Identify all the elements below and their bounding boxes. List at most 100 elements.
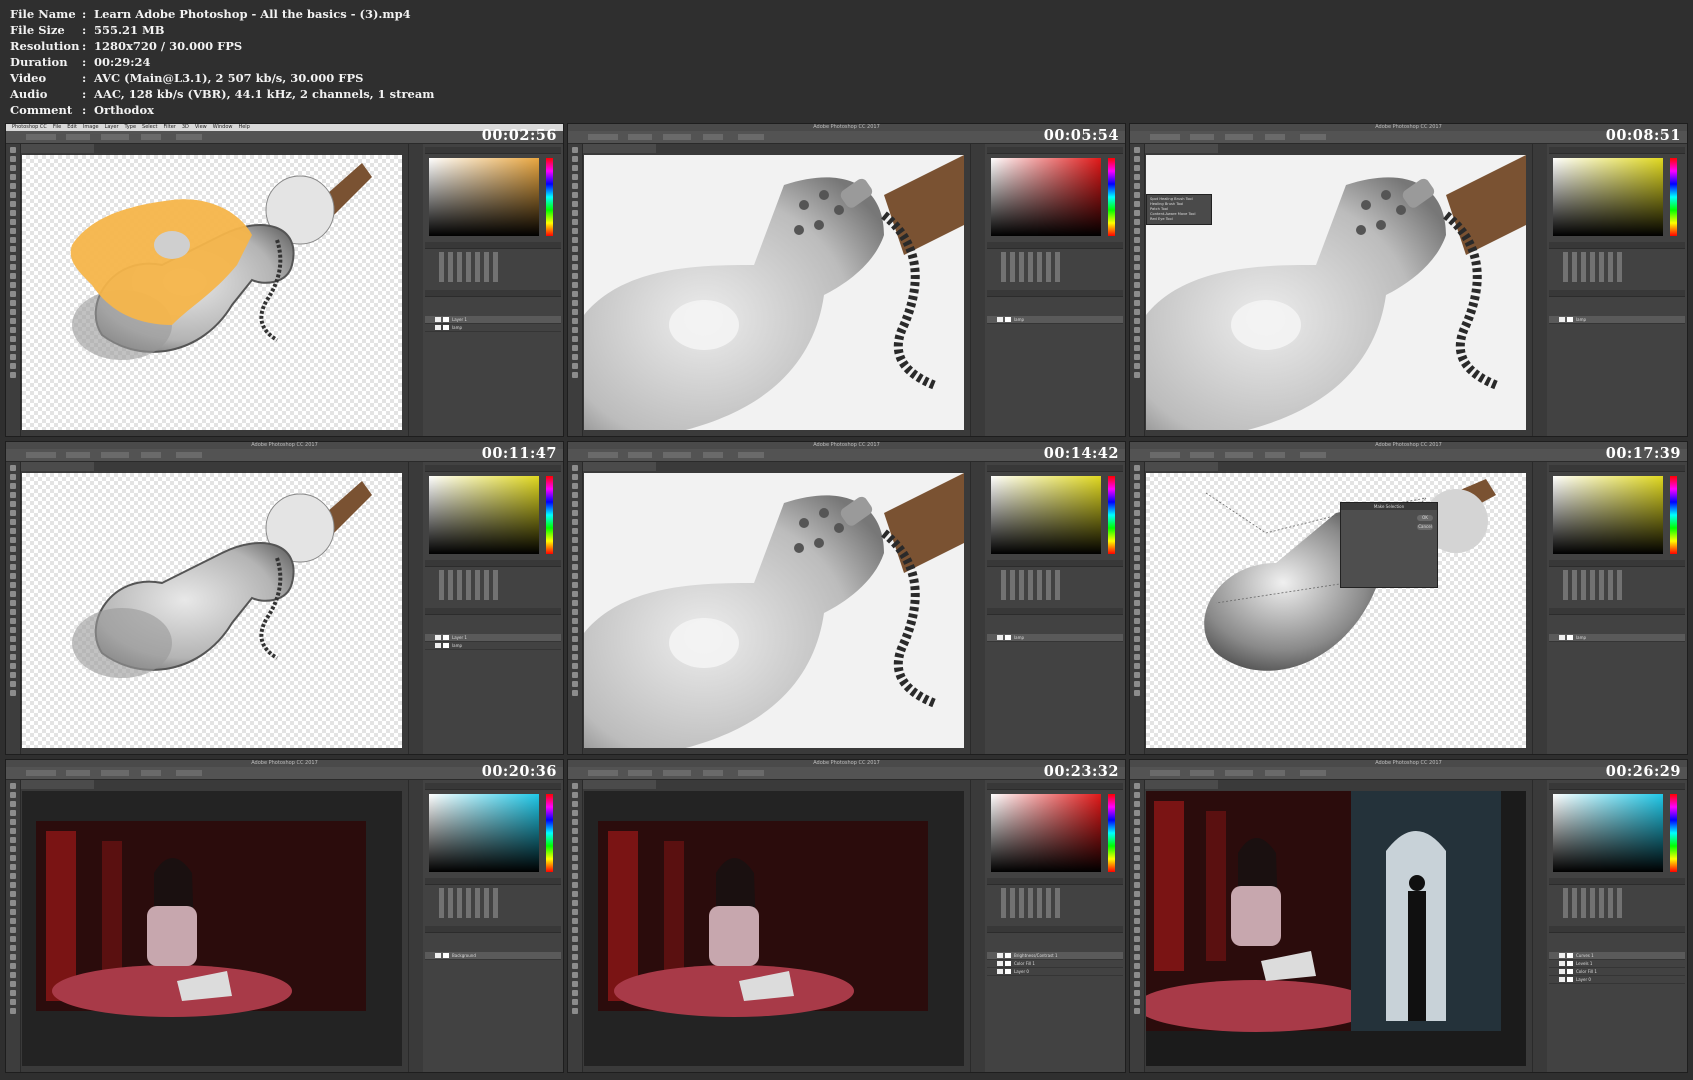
document-canvas[interactable] — [584, 473, 964, 748]
document-tab[interactable] — [21, 144, 94, 153]
adjustments-panel-header[interactable] — [425, 560, 561, 567]
adjustment-icons[interactable] — [1001, 252, 1061, 282]
menu-item[interactable]: Select — [142, 124, 157, 131]
panel-icon-strip[interactable] — [1533, 780, 1547, 1072]
layers-panel-header[interactable] — [425, 608, 561, 615]
document-tab[interactable] — [21, 462, 94, 471]
menu-item[interactable]: Type — [125, 124, 136, 131]
document-canvas[interactable] — [22, 473, 402, 748]
hue-slider[interactable] — [546, 476, 553, 554]
app-menu-name[interactable]: Photoshop CC — [12, 124, 47, 131]
cancel-button[interactable]: Cancel — [1417, 524, 1433, 530]
panel-icon-strip[interactable] — [1533, 462, 1547, 754]
adjustments-panel-header[interactable] — [1549, 560, 1685, 567]
adjustment-icons[interactable] — [1563, 252, 1623, 282]
tools-panel[interactable] — [1130, 462, 1145, 754]
color-panel-header[interactable] — [425, 147, 561, 154]
document-tab[interactable] — [1145, 144, 1218, 153]
color-panel-header[interactable] — [987, 783, 1123, 790]
panel-icon-strip[interactable] — [409, 144, 423, 436]
color-panel-header[interactable] — [1549, 783, 1685, 790]
document-tab[interactable] — [21, 780, 94, 789]
color-panel-header[interactable] — [987, 465, 1123, 472]
hue-slider[interactable] — [1670, 158, 1677, 236]
panel-icon-strip[interactable] — [971, 462, 985, 754]
layer-row[interactable]: Curves 1 — [1549, 952, 1685, 960]
document-canvas[interactable] — [1146, 791, 1526, 1066]
document-tab[interactable] — [1145, 780, 1218, 789]
color-picker-field[interactable] — [429, 476, 539, 554]
color-panel-header[interactable] — [425, 465, 561, 472]
tools-panel[interactable] — [1130, 144, 1145, 436]
hue-slider[interactable] — [1670, 476, 1677, 554]
document-tab[interactable] — [583, 144, 656, 153]
menu-item[interactable]: 3D — [182, 124, 189, 131]
document-tab[interactable] — [583, 780, 656, 789]
color-picker-field[interactable] — [429, 158, 539, 236]
layers-panel-header[interactable] — [1549, 608, 1685, 615]
layer-row[interactable]: Background — [425, 952, 561, 960]
color-picker-field[interactable] — [1553, 476, 1663, 554]
layer-row[interactable]: Brightness/Contrast 1 — [987, 952, 1123, 960]
document-tab[interactable] — [1145, 462, 1218, 471]
ok-button[interactable]: OK — [1417, 515, 1433, 521]
panel-icon-strip[interactable] — [409, 462, 423, 754]
adjustment-icons[interactable] — [1563, 570, 1623, 600]
layer-row[interactable]: Layer 1 — [425, 634, 561, 642]
color-picker-field[interactable] — [429, 794, 539, 872]
menu-item[interactable]: File — [53, 124, 61, 131]
adjustment-icons[interactable] — [439, 570, 499, 600]
layers-panel-header[interactable] — [1549, 290, 1685, 297]
color-panel-header[interactable] — [1549, 147, 1685, 154]
menu-item[interactable]: Layer — [105, 124, 119, 131]
adjustments-panel-header[interactable] — [987, 878, 1123, 885]
hue-slider[interactable] — [1670, 794, 1677, 872]
color-panel-header[interactable] — [1549, 465, 1685, 472]
menu-item[interactable]: View — [195, 124, 207, 131]
document-tab[interactable] — [583, 462, 656, 471]
adjustment-icons[interactable] — [439, 888, 499, 918]
adjustment-icons[interactable] — [1001, 570, 1061, 600]
adjustments-panel-header[interactable] — [1549, 242, 1685, 249]
layer-row[interactable]: Layer 0 — [987, 968, 1123, 976]
hue-slider[interactable] — [1108, 794, 1115, 872]
layers-panel-header[interactable] — [1549, 926, 1685, 933]
color-picker-field[interactable] — [991, 476, 1101, 554]
layers-panel-header[interactable] — [987, 608, 1123, 615]
tools-panel[interactable] — [6, 462, 21, 754]
layer-row[interactable]: Color Fill 1 — [987, 960, 1123, 968]
adjustment-icons[interactable] — [1001, 888, 1061, 918]
color-picker-field[interactable] — [1553, 158, 1663, 236]
layer-row[interactable]: Layer 1 — [425, 316, 561, 324]
tools-panel[interactable] — [568, 462, 583, 754]
adjustments-panel-header[interactable] — [1549, 878, 1685, 885]
layers-panel-header[interactable] — [425, 926, 561, 933]
adjustments-panel-header[interactable] — [425, 242, 561, 249]
hue-slider[interactable] — [546, 158, 553, 236]
color-picker-field[interactable] — [991, 794, 1101, 872]
adjustments-panel-header[interactable] — [987, 242, 1123, 249]
hue-slider[interactable] — [1108, 476, 1115, 554]
document-canvas[interactable] — [22, 791, 402, 1066]
tools-panel[interactable] — [6, 144, 21, 436]
document-canvas[interactable] — [1146, 473, 1526, 748]
panel-icon-strip[interactable] — [971, 144, 985, 436]
layer-row[interactable]: Levels 1 — [1549, 960, 1685, 968]
document-canvas[interactable] — [584, 791, 964, 1066]
hue-slider[interactable] — [546, 794, 553, 872]
layer-row[interactable]: lamp — [1549, 316, 1685, 324]
tool-flyout-item[interactable]: Red Eye Tool — [1150, 217, 1208, 222]
panel-icon-strip[interactable] — [971, 780, 985, 1072]
layer-row[interactable]: lamp — [987, 316, 1123, 324]
hue-slider[interactable] — [1108, 158, 1115, 236]
layers-panel-header[interactable] — [425, 290, 561, 297]
menu-item[interactable]: Window — [213, 124, 233, 131]
adjustment-icons[interactable] — [439, 252, 499, 282]
layers-panel-header[interactable] — [987, 926, 1123, 933]
menu-item[interactable]: Image — [83, 124, 99, 131]
menu-item[interactable]: Filter — [163, 124, 175, 131]
layers-panel-header[interactable] — [987, 290, 1123, 297]
layer-row[interactable]: Layer 0 — [1549, 976, 1685, 984]
tools-panel[interactable] — [6, 780, 21, 1072]
tools-panel[interactable] — [568, 144, 583, 436]
